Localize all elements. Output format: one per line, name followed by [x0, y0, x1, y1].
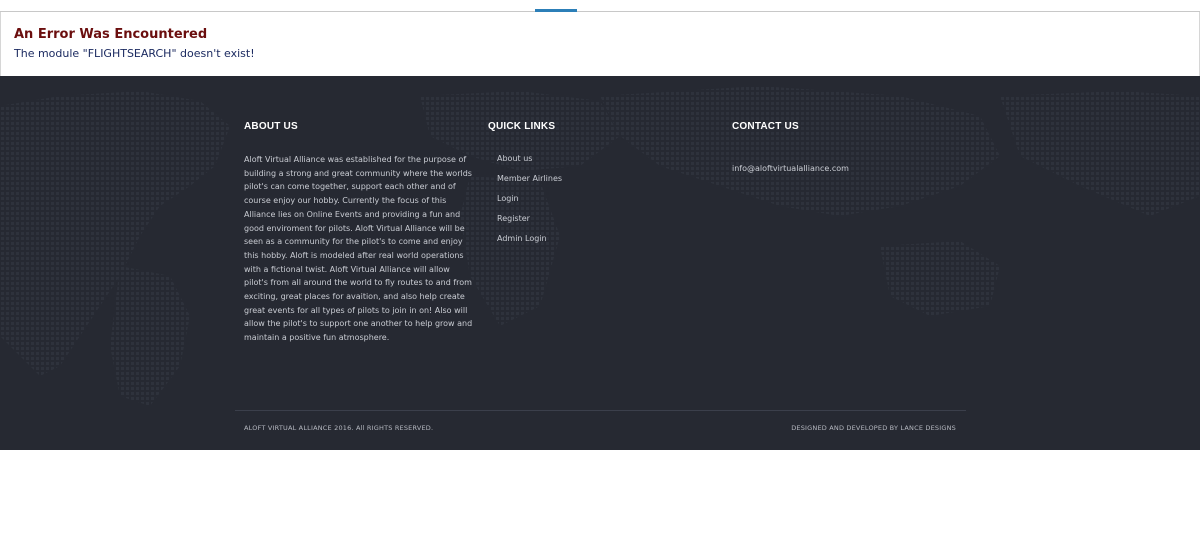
quick-link-login[interactable]: Login: [497, 193, 688, 205]
active-nav-indicator: [535, 9, 577, 12]
quick-link-about-us[interactable]: About us: [497, 153, 688, 165]
designed-by-text: DESIGNED AND DEVELOPED BY LANCE DESIGNS: [791, 424, 956, 432]
quick-link-admin-login[interactable]: Admin Login: [497, 233, 688, 245]
error-message: The module "FLIGHTSEARCH" doesn't exist!: [14, 47, 255, 60]
contact-us-column: CONTACT US info@aloftvirtualalliance.com: [732, 121, 952, 175]
quick-link-register[interactable]: Register: [497, 213, 688, 225]
about-us-text: Aloft Virtual Alliance was established f…: [244, 155, 473, 343]
about-us-column: ABOUT US Aloft Virtual Alliance was esta…: [244, 121, 474, 345]
quick-links-heading: QUICK LINKS: [488, 121, 556, 132]
error-title: An Error Was Encountered: [14, 27, 208, 42]
copyright-text: ALOFT VIRTUAL ALLIANCE 2016. All RIGHTS …: [244, 424, 434, 432]
about-us-heading: ABOUT US: [244, 121, 298, 132]
quick-link-member-airlines[interactable]: Member Airlines: [497, 173, 688, 185]
error-panel: An Error Was Encountered The module "FLI…: [0, 12, 1200, 76]
footer-divider: [235, 410, 966, 411]
contact-us-heading: CONTACT US: [732, 121, 799, 132]
quick-links-column: QUICK LINKS About us Member Airlines Log…: [488, 121, 688, 253]
top-bar: [0, 0, 1200, 12]
contact-email-link[interactable]: info@aloftvirtualalliance.com: [732, 163, 952, 175]
quick-links-list: About us Member Airlines Login Register …: [488, 153, 688, 245]
site-footer: ABOUT US Aloft Virtual Alliance was esta…: [0, 76, 1200, 450]
